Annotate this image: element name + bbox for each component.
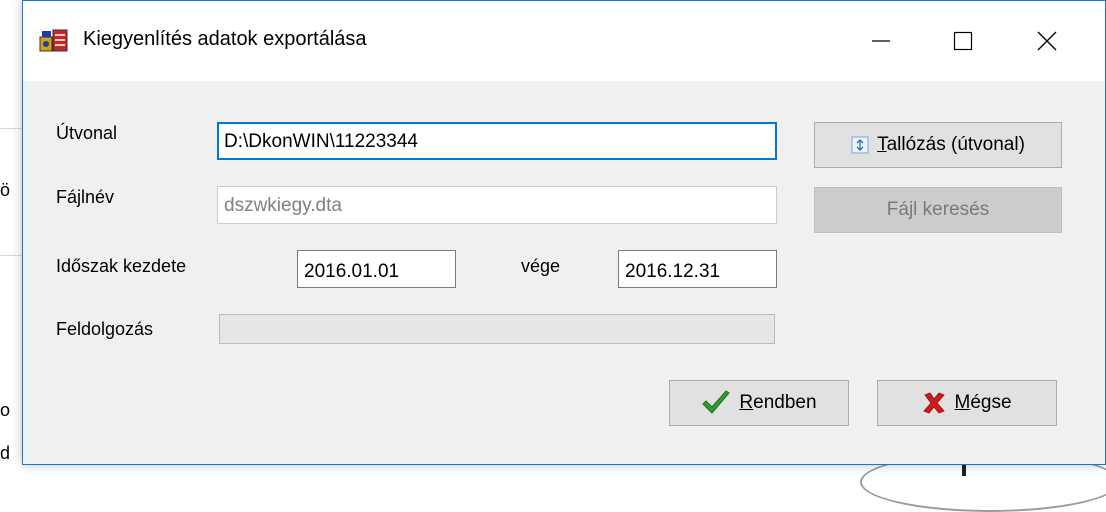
- folder-browse-icon: [851, 136, 869, 154]
- close-button[interactable]: [1007, 1, 1087, 81]
- close-icon: [1037, 31, 1057, 51]
- checkmark-icon: [701, 390, 731, 416]
- find-file-button[interactable]: Fájl keresés: [814, 187, 1062, 233]
- browse-path-mnemonic: T: [877, 134, 887, 155]
- ok-mnemonic: R: [739, 392, 754, 413]
- filename-input[interactable]: dszwkiegy.dta: [217, 186, 777, 224]
- ok-label: endben: [753, 392, 817, 413]
- app-icon: [39, 27, 69, 53]
- title-bar[interactable]: Kiegyenlítés adatok exportálása: [23, 1, 1105, 81]
- minimize-button[interactable]: [841, 1, 921, 81]
- period-label: Időszak kezdete: [56, 256, 187, 276]
- cancel-button[interactable]: Mégse: [877, 380, 1057, 426]
- find-file-label: Fájl keresés: [886, 199, 990, 220]
- x-icon: [922, 391, 946, 415]
- export-dialog: Kiegyenlítés adatok exportálása Útvonal …: [22, 0, 1106, 465]
- browse-path-button[interactable]: Tallózás (útvonal): [814, 122, 1062, 168]
- background-text: d: [0, 443, 11, 463]
- background-text: ö: [0, 180, 11, 200]
- period-end-input[interactable]: 2016.12.31: [618, 250, 777, 288]
- processing-progress-bar: [219, 314, 775, 344]
- cancel-label: égse: [970, 392, 1012, 413]
- maximize-button[interactable]: [923, 1, 1003, 81]
- minimize-icon: [872, 40, 890, 42]
- period-end-label: vége: [521, 256, 561, 276]
- path-input[interactable]: D:\DkonWIN\11223344: [217, 122, 777, 160]
- maximize-icon: [953, 31, 973, 51]
- background-text: o: [0, 400, 11, 420]
- cancel-mnemonic: M: [954, 392, 971, 413]
- processing-label: Feldolgozás: [56, 319, 154, 339]
- window-title: Kiegyenlítés adatok exportálása: [83, 28, 367, 50]
- filename-label: Fájlnév: [56, 187, 115, 207]
- browse-path-label: allózás (útvonal): [886, 134, 1025, 155]
- period-start-input[interactable]: 2016.01.01: [297, 250, 456, 288]
- ok-button[interactable]: Rendben: [669, 380, 849, 426]
- path-label: Útvonal: [56, 123, 118, 143]
